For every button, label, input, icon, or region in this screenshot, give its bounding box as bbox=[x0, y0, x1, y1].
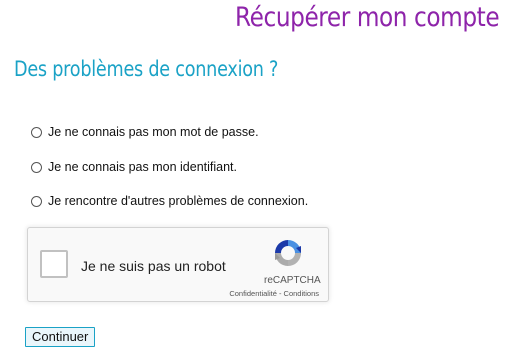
option-label: Je ne connais pas mon identifiant. bbox=[48, 160, 238, 174]
recaptcha-links: Confidentialité - Conditions bbox=[229, 289, 319, 298]
radio-other-problems[interactable] bbox=[31, 195, 42, 207]
option-forgot-username[interactable]: Je ne connais pas mon identifiant. bbox=[31, 160, 237, 174]
page-title: Récupérer mon compte bbox=[234, 2, 500, 33]
recaptcha-brand: reCAPTCHA bbox=[264, 275, 321, 286]
account-recovery-page: Récupérer mon compte Des problèmes de co… bbox=[0, 0, 509, 358]
recaptcha-checkbox[interactable] bbox=[40, 250, 68, 278]
recaptcha-widget: Je ne suis pas un robot reCAPTCHA Confid… bbox=[27, 227, 329, 302]
continue-button[interactable]: Continuer bbox=[25, 327, 96, 347]
radio-forgot-username[interactable] bbox=[31, 161, 42, 173]
page-subtitle: Des problèmes de connexion ? bbox=[14, 57, 279, 81]
recaptcha-label: Je ne suis pas un robot bbox=[81, 258, 226, 274]
option-label: Je ne connais pas mon mot de passe. bbox=[48, 125, 259, 139]
option-forgot-password[interactable]: Je ne connais pas mon mot de passe. bbox=[31, 125, 259, 139]
recaptcha-logo-icon bbox=[275, 240, 301, 266]
recaptcha-privacy-link[interactable]: Confidentialité bbox=[229, 289, 277, 298]
radio-forgot-password[interactable] bbox=[31, 126, 42, 138]
option-other-problems[interactable]: Je rencontre d'autres problèmes de conne… bbox=[31, 194, 308, 208]
option-label: Je rencontre d'autres problèmes de conne… bbox=[48, 194, 309, 208]
recaptcha-link-separator: - bbox=[276, 289, 284, 298]
recaptcha-terms-link[interactable]: Conditions bbox=[284, 289, 319, 298]
